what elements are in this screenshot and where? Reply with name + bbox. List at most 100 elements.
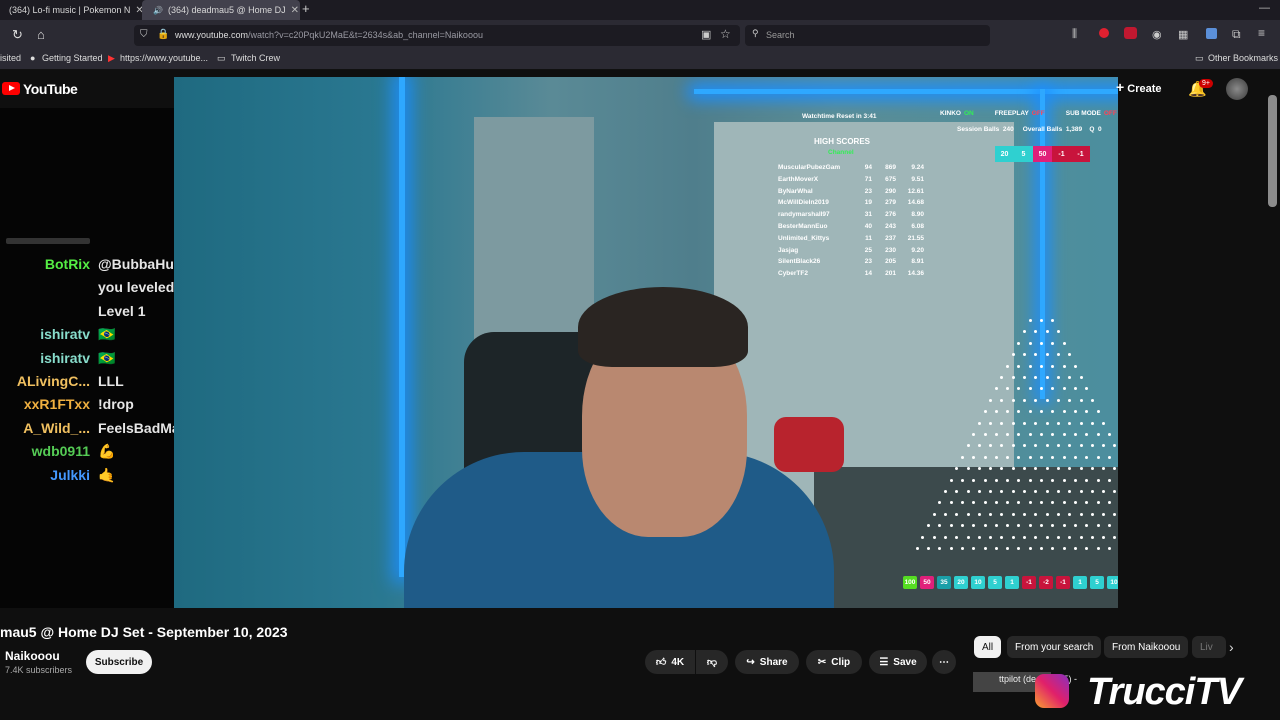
chat-username[interactable]: A_Wild_... [23, 420, 90, 436]
bookmark-youtube[interactable]: https://www.youtube... [120, 53, 208, 63]
like-button[interactable]: 👍︎ 4K [645, 650, 695, 674]
extension-red-icon[interactable] [1099, 28, 1109, 38]
save-button[interactable]: ☰ Save [869, 650, 927, 674]
filter-chip-from-channel[interactable]: From Naikooou [1104, 636, 1189, 658]
create-label: Create [1127, 83, 1162, 95]
plinko-peg [1006, 455, 1010, 459]
tab-lofi[interactable]: (364) Lo-fi music | Pokemon N ✕ [0, 0, 144, 20]
window-controls[interactable]: — [1259, 2, 1270, 14]
plinko-peg [1006, 433, 1010, 436]
dislike-button[interactable]: 👎︎ [696, 650, 728, 674]
chat-username[interactable]: xxR1FTxx [24, 396, 90, 412]
speaker-icon[interactable]: 🔊 [153, 6, 163, 15]
subscribe-button[interactable]: Subscribe [86, 650, 152, 674]
more-actions-icon[interactable]: ⋯ [932, 650, 956, 674]
chevron-right-icon[interactable]: › [1229, 639, 1234, 655]
share-button[interactable]: ↪ Share [735, 650, 799, 674]
plinko-peg [1068, 421, 1072, 425]
thumbs-up-icon: 👍︎ [655, 657, 667, 668]
share-icon: ↪ [746, 656, 755, 668]
chat-username[interactable]: ALivingC... [17, 373, 90, 389]
plinko-chip: 50 [920, 576, 934, 589]
bookmark-star-icon[interactable]: ☆ [720, 27, 731, 41]
puzzle-icon[interactable]: ⧉ [1232, 27, 1241, 42]
plinko-peg [994, 455, 998, 459]
plinko-peg [1028, 478, 1032, 482]
bookmark-getting-started[interactable]: Getting Started [42, 53, 103, 63]
chat-username[interactable]: Julkki [50, 467, 90, 483]
url-text[interactable]: www.youtube.com/watch?v=c20PqkU2MaE&t=26… [175, 30, 483, 40]
plinko-peg [1068, 398, 1072, 402]
plinko-peg [1017, 524, 1021, 528]
plinko-chip: 20 [954, 576, 968, 589]
plinko-peg [1107, 501, 1111, 505]
create-button[interactable]: + Create [1116, 79, 1162, 99]
plinko-peg [943, 512, 947, 516]
plinko-peg [1085, 547, 1089, 550]
bookmark-other[interactable]: Other Bookmarks [1208, 53, 1278, 63]
plinko-peg [1045, 467, 1049, 471]
menu-icon[interactable]: ≡ [1258, 26, 1265, 40]
plinko-peg [972, 547, 976, 550]
plinko-peg [1073, 547, 1077, 550]
plinko-peg [1028, 455, 1032, 459]
reload-icon[interactable]: ↻ [12, 27, 23, 43]
plinko-peg [1068, 512, 1072, 516]
filter-chip-all[interactable]: All [974, 636, 1002, 658]
plinko-peg [1062, 341, 1066, 345]
url-path: /watch?v=c20PqkU2MaE&t=2634s&ab_channel=… [248, 30, 483, 40]
chat-username[interactable]: wdb0911 [32, 443, 90, 459]
plinko-peg [1085, 524, 1089, 528]
account-icon[interactable]: ◉ [1152, 28, 1162, 41]
extension-blue-icon[interactable] [1206, 28, 1217, 39]
plinko-peg [1062, 387, 1066, 391]
thumbs-down-icon: 👎︎ [706, 657, 718, 668]
plinko-peg [1102, 421, 1106, 425]
plinko-peg [1056, 490, 1060, 493]
video-player[interactable]: Watchtime Reset in 3:41 KINKO ON FREEPLAY O… [174, 77, 1118, 608]
extension-badge-icon[interactable] [1124, 27, 1137, 39]
plinko-peg [1096, 455, 1100, 459]
plinko-peg [1113, 535, 1117, 539]
subscriber-count: 7.4K subscribers [5, 665, 73, 675]
bookmark-most-visited[interactable]: isited [0, 53, 21, 63]
home-icon[interactable]: ⌂ [37, 27, 45, 42]
lock-icon[interactable]: 🔒 [157, 29, 169, 40]
tab-deadmau5[interactable]: 🔊 (364) deadmau5 @ Home DJ ✕ [142, 0, 300, 20]
library-icon[interactable]: ⫼ [1072, 28, 1077, 41]
plinko-peg [1006, 524, 1010, 528]
avatar[interactable] [1226, 78, 1248, 100]
chat-username[interactable]: BotRix [45, 256, 90, 272]
plinko-peg [1011, 376, 1015, 379]
recommended-thumbnail[interactable]: ttpilot (deadmau5) - TrucciTV [973, 670, 1280, 720]
reader-view-icon[interactable]: ▣ [701, 28, 711, 41]
plinko-peg [1062, 524, 1066, 528]
plinko-peg [1045, 330, 1049, 334]
clip-button[interactable]: ✂ Clip [806, 650, 862, 674]
extensions-grid-icon[interactable]: ▦ [1178, 28, 1188, 41]
plinko-peg [949, 501, 953, 505]
plinko-peg [989, 421, 993, 425]
youtube-logo-icon[interactable] [2, 82, 20, 95]
plinko-peg [1040, 455, 1043, 459]
plinko-peg [1023, 490, 1027, 493]
thumbnail-brand: TrucciTV [1087, 671, 1242, 713]
page-scrollbar[interactable] [1268, 95, 1277, 207]
plinko-peg [1023, 376, 1027, 379]
search-icon: ⚲ [752, 28, 759, 38]
youtube-logo-text[interactable]: YouTube [23, 81, 78, 97]
plinko-peg [1107, 524, 1111, 528]
channel-name[interactable]: Naikooou [5, 649, 60, 663]
plinko-peg [1028, 501, 1032, 505]
filter-chip-from-search[interactable]: From your search [1007, 636, 1102, 658]
close-tab-icon[interactable]: ✕ [291, 5, 299, 16]
bookmark-twitch-crew[interactable]: Twitch Crew [231, 53, 280, 63]
chat-username[interactable]: ishiratv [40, 350, 90, 366]
plinko-peg [1073, 433, 1077, 436]
new-tab-icon[interactable]: + [302, 1, 310, 16]
filter-chip-live[interactable]: Liv [1192, 636, 1226, 658]
chat-username[interactable]: ishiratv [40, 326, 90, 342]
shield-icon[interactable]: ⛉ [140, 29, 148, 40]
plinko-peg [1113, 490, 1117, 493]
plinko-peg [1034, 490, 1038, 493]
